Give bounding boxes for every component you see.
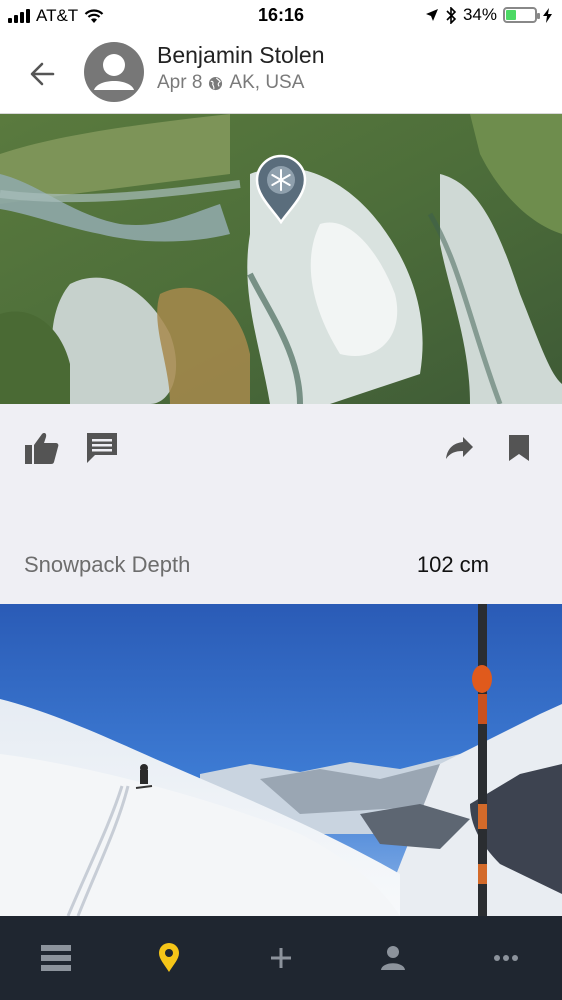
snowflake-pin-icon (255, 154, 307, 225)
battery-icon (503, 7, 540, 23)
observation-map-marker[interactable] (255, 154, 307, 225)
post-date: Apr 8 (157, 72, 203, 93)
tab-profile[interactable] (363, 928, 423, 988)
photo-scene (0, 604, 562, 916)
bookmark-icon (509, 435, 529, 461)
bottom-tab-bar (0, 916, 562, 1000)
list-icon (41, 945, 72, 971)
avatar-icon (94, 54, 134, 90)
tab-feed[interactable] (26, 928, 86, 988)
observation-photo[interactable] (0, 604, 562, 916)
location-arrow-icon (425, 9, 438, 21)
status-right: 34% (425, 5, 552, 25)
charging-icon (543, 7, 552, 23)
bookmark-button[interactable] (499, 428, 539, 468)
back-button[interactable] (24, 56, 60, 92)
more-icon (493, 955, 518, 961)
bluetooth-icon (446, 6, 457, 24)
share-icon (446, 437, 473, 459)
share-button[interactable] (440, 428, 480, 468)
tab-more[interactable] (476, 928, 536, 988)
like-button[interactable] (22, 428, 62, 468)
comment-icon (87, 433, 117, 463)
plus-icon (270, 948, 291, 968)
globe-icon (209, 76, 223, 90)
map-pin-icon (158, 943, 179, 972)
observation-label: Snowpack Depth (24, 552, 191, 577)
tab-map[interactable] (139, 928, 199, 988)
back-arrow-icon (30, 62, 55, 86)
observation-row: Snowpack Depth 102 cm (24, 552, 489, 578)
user-name[interactable]: Benjamin Stolen (157, 42, 325, 69)
observation-value: 102 cm (416, 552, 489, 577)
post-actions-panel: Snowpack Depth 102 cm (0, 404, 562, 604)
avatar[interactable] (84, 42, 144, 102)
satellite-map[interactable] (0, 114, 562, 404)
tab-add[interactable] (251, 928, 311, 988)
battery-percent: 34% (462, 5, 497, 24)
status-bar: AT&T 16:16 34% (0, 0, 562, 34)
person-icon (381, 946, 406, 970)
battery-fill (506, 10, 516, 20)
post-meta: Apr 8 AK, USA (157, 72, 304, 94)
thumbs-up-icon (25, 433, 59, 464)
post-header: Benjamin Stolen Apr 8 AK, USA (0, 34, 562, 114)
comment-button[interactable] (82, 428, 122, 468)
post-location: AK, USA (229, 72, 305, 93)
